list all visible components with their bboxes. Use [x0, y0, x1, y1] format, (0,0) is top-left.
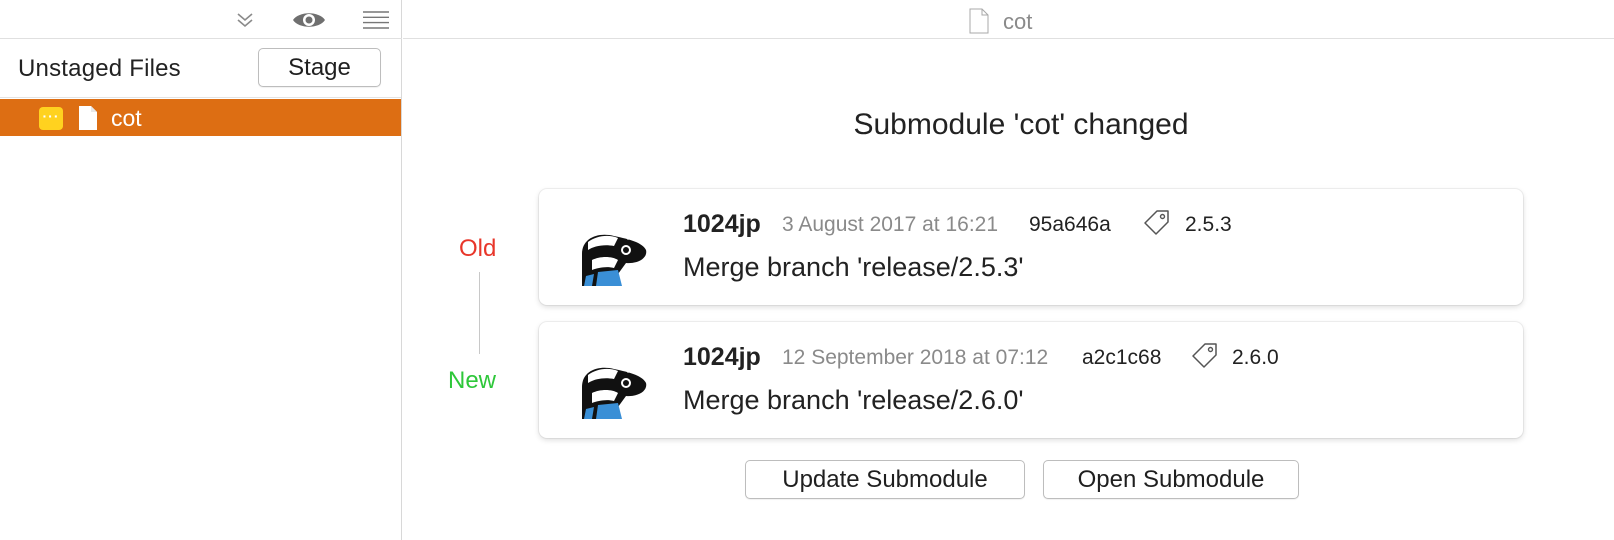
main-titlebar: cot [403, 0, 1614, 39]
commit-message: Merge branch 'release/2.5.3' [683, 252, 1024, 282]
sidebar: Unstaged Files Stage ··· cot [0, 0, 402, 540]
commit-date: 3 August 2017 at 16:21 [782, 213, 999, 236]
timeline-connector [479, 272, 480, 354]
avatar [578, 349, 648, 419]
status-glyph: ··· [42, 107, 60, 124]
window-title: cot [1003, 9, 1033, 34]
old-label: Old [459, 235, 497, 262]
section-title: Unstaged Files [18, 55, 181, 82]
update-submodule-button[interactable]: Update Submodule [745, 460, 1025, 499]
commit-date: 12 September 2018 at 07:12 [782, 346, 1049, 369]
commit-message: Merge branch 'release/2.6.0' [683, 385, 1024, 415]
tag-icon [1192, 342, 1218, 375]
commit-hash[interactable]: a2c1c68 [1082, 346, 1161, 370]
avatar [578, 216, 648, 286]
double-chevron-down-icon[interactable] [232, 8, 258, 32]
tag-icon [1144, 209, 1170, 242]
commit-author: 1024jp [683, 343, 761, 371]
commit-hash[interactable]: 95a646a [1029, 213, 1111, 237]
file-name: cot [111, 105, 142, 131]
unstaged-files-header: Unstaged Files Stage [0, 40, 401, 98]
open-submodule-button[interactable]: Open Submodule [1043, 460, 1299, 499]
commit-author: 1024jp [683, 210, 761, 238]
list-icon[interactable] [361, 8, 391, 32]
file-row-cot[interactable]: ··· cot [0, 99, 401, 136]
stage-button[interactable]: Stage [258, 48, 381, 87]
old-commit-card[interactable]: 1024jp 3 August 2017 at 16:21 95a646a 2.… [539, 189, 1523, 305]
file-icon [78, 105, 98, 136]
commit-tag: 2.6.0 [1232, 346, 1279, 369]
eye-icon[interactable] [292, 8, 326, 32]
main-panel: cot Submodule 'cot' changed Old New 1024… [403, 0, 1614, 540]
page-title: Submodule 'cot' changed [853, 108, 1189, 141]
sidebar-toolbar [0, 0, 402, 39]
new-commit-card[interactable]: 1024jp 12 September 2018 at 07:12 a2c1c6… [539, 322, 1523, 438]
new-label: New [448, 367, 497, 394]
modified-status-badge: ··· [39, 107, 63, 130]
commit-tag: 2.5.3 [1185, 213, 1232, 236]
file-icon [969, 8, 989, 39]
